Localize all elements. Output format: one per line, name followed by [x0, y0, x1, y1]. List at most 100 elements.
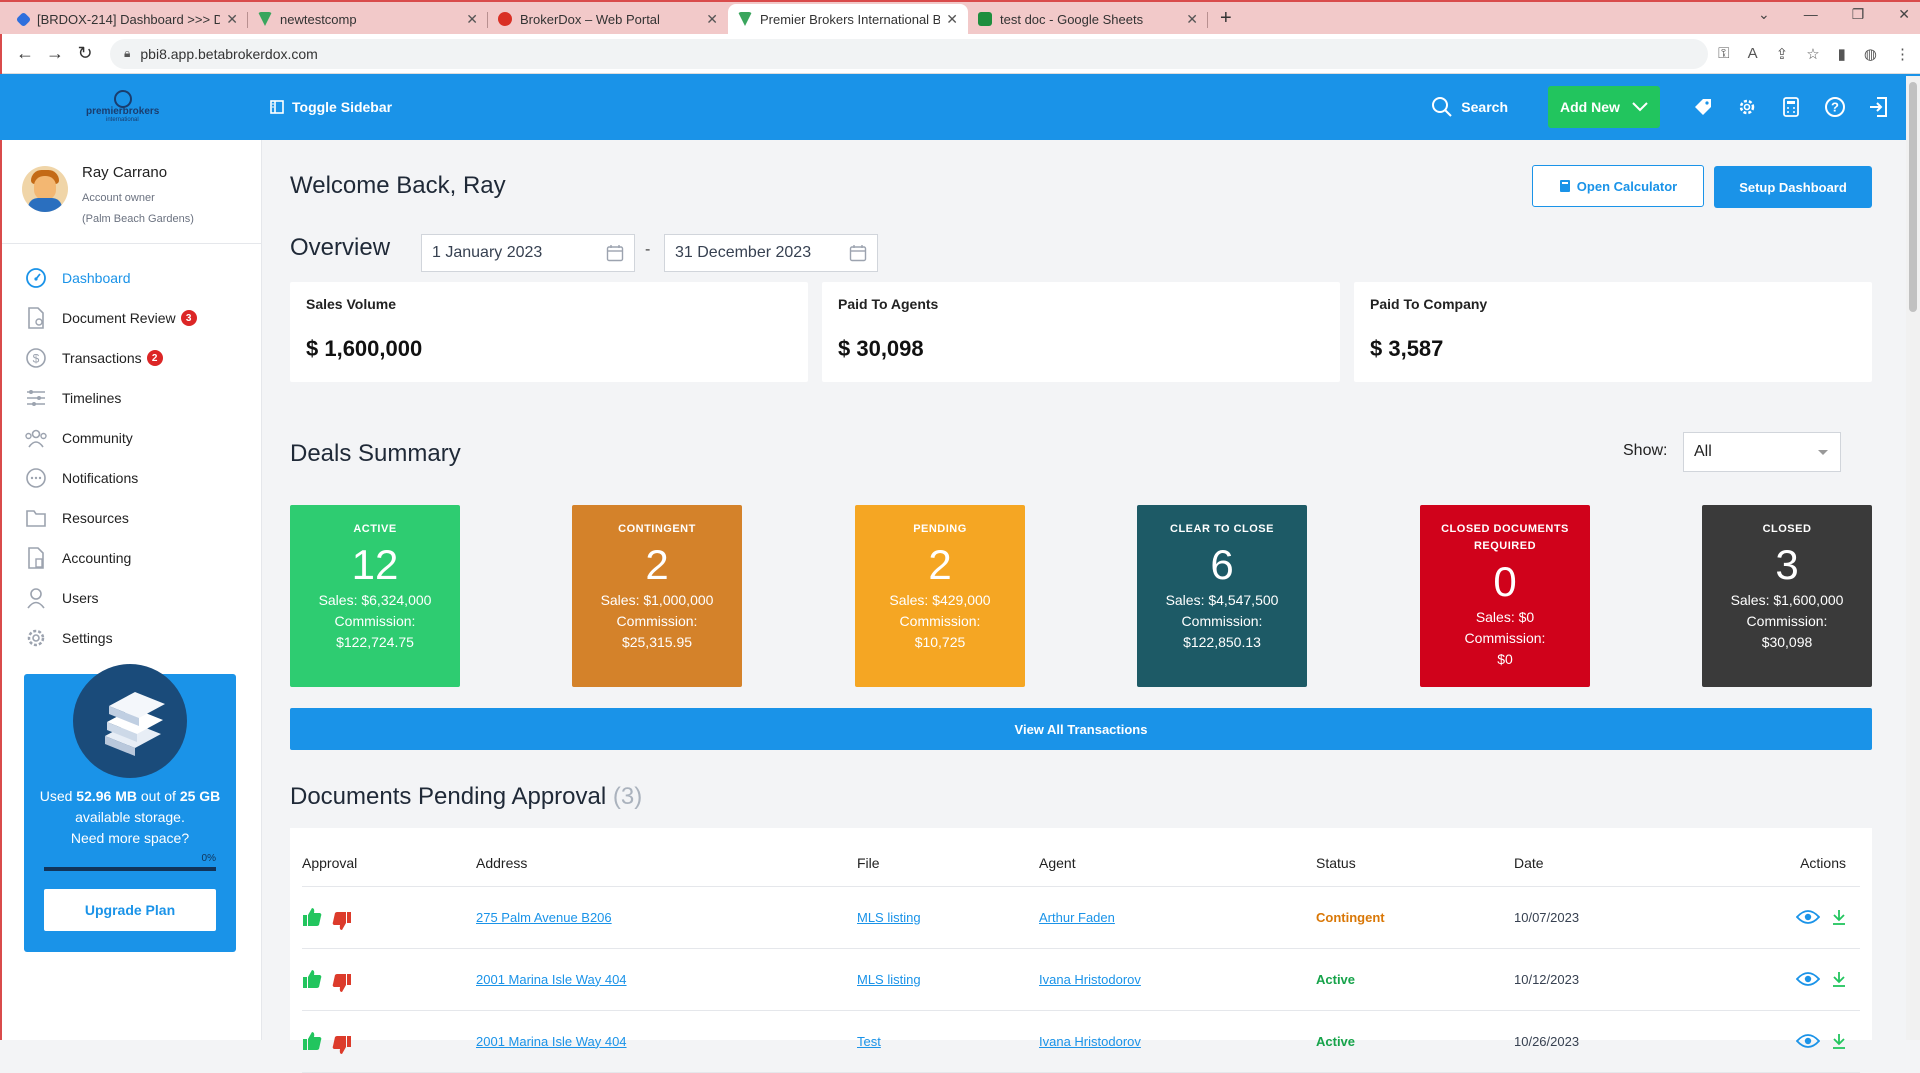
- deal-title: CONTINGENT: [618, 523, 696, 535]
- sidebar-item-users[interactable]: Users: [2, 578, 261, 618]
- bookmark-star-icon[interactable]: ☆: [1806, 45, 1819, 63]
- close-tab-icon[interactable]: ✕: [706, 11, 718, 28]
- help-icon[interactable]: ?: [1824, 96, 1846, 118]
- sidebar-item-community[interactable]: Community: [2, 418, 261, 458]
- thumbs-up-icon[interactable]: [302, 1031, 322, 1051]
- show-filter-select[interactable]: All: [1683, 432, 1841, 472]
- deal-card-closed-documents-required[interactable]: CLOSED DOCUMENTS REQUIRED 0 Sales: $0 Co…: [1420, 505, 1590, 687]
- sidebar-item-dashboard[interactable]: Dashboard: [2, 258, 261, 298]
- thumbs-up-icon[interactable]: [302, 907, 322, 927]
- toggle-sidebar-button[interactable]: Toggle Sidebar: [270, 99, 392, 115]
- close-tab-icon[interactable]: ✕: [466, 11, 478, 28]
- scrollbar-thumb[interactable]: [1909, 82, 1917, 312]
- url-bar[interactable]: 🔒︎ pbi8.app.betabrokerdox.com: [110, 38, 1709, 69]
- sidebar-item-resources[interactable]: Resources: [2, 498, 261, 538]
- file-link[interactable]: Test: [857, 1034, 881, 1049]
- deal-commission: $30,098: [1761, 634, 1813, 650]
- search-icon: [1432, 97, 1453, 117]
- sidebar-item-notifications[interactable]: Notifications: [2, 458, 261, 498]
- translate-icon[interactable]: A: [1748, 45, 1758, 63]
- date-to-field[interactable]: 31 December 2023: [664, 234, 878, 272]
- reload-icon[interactable]: ↻: [70, 43, 100, 64]
- upgrade-plan-button[interactable]: Upgrade Plan: [44, 889, 216, 931]
- close-tab-icon[interactable]: ✕: [226, 11, 238, 28]
- user-profile[interactable]: Ray Carrano Account owner (Palm Beach Ga…: [2, 140, 261, 244]
- address-link[interactable]: 2001 Marina Isle Way 404: [476, 972, 627, 987]
- download-icon[interactable]: [1832, 1033, 1846, 1049]
- menu-kebab-icon[interactable]: ⋮: [1895, 45, 1910, 63]
- browser-tab[interactable]: test doc - Google Sheets ✕: [968, 4, 1208, 34]
- tag-icon[interactable]: [1692, 96, 1714, 118]
- deal-card-pending[interactable]: PENDING 2 Sales: $429,000 Commission: $1…: [855, 505, 1025, 687]
- agent-link[interactable]: Ivana Hristodorov: [1039, 972, 1141, 987]
- deal-card-closed[interactable]: CLOSED 3 Sales: $1,600,000 Commission: $…: [1702, 505, 1872, 687]
- browser-tab[interactable]: BrokerDox – Web Portal ✕: [488, 4, 728, 34]
- add-new-button[interactable]: Add New: [1548, 86, 1660, 128]
- gear-icon: [24, 626, 48, 650]
- back-icon[interactable]: ←: [10, 43, 40, 64]
- share-icon[interactable]: ⇪: [1776, 45, 1789, 63]
- page-scrollbar[interactable]: [1906, 76, 1920, 1040]
- deal-card-contingent[interactable]: CONTINGENT 2 Sales: $1,000,000 Commissio…: [572, 505, 742, 687]
- sidebar-item-accounting[interactable]: Accounting: [2, 538, 261, 578]
- download-icon[interactable]: [1832, 909, 1846, 925]
- view-all-transactions-button[interactable]: View All Transactions: [290, 708, 1872, 750]
- close-window-icon[interactable]: ✕: [1898, 6, 1910, 23]
- sidebar-item-label: Settings: [62, 630, 113, 646]
- minimize-icon[interactable]: —: [1804, 6, 1818, 23]
- show-filter-label: Show:: [1623, 442, 1668, 459]
- close-tab-icon[interactable]: ✕: [946, 11, 958, 28]
- agent-link[interactable]: Arthur Faden: [1039, 910, 1115, 925]
- setup-dashboard-button[interactable]: Setup Dashboard: [1714, 166, 1872, 208]
- agent-link[interactable]: Ivana Hristodorov: [1039, 1034, 1141, 1049]
- sidebar-item-timelines[interactable]: Timelines: [2, 378, 261, 418]
- download-icon[interactable]: [1832, 971, 1846, 987]
- browser-tab-active[interactable]: Premier Brokers International Br ✕: [728, 4, 968, 34]
- logout-icon[interactable]: [1868, 96, 1890, 118]
- deal-commission-label: Commission:: [1746, 613, 1828, 629]
- thumbs-up-icon[interactable]: [302, 969, 322, 989]
- key-icon[interactable]: ⚿: [1718, 45, 1729, 63]
- browser-tab[interactable]: [BRDOX-214] Dashboard >>> D ✕: [8, 4, 248, 34]
- forward-icon[interactable]: →: [40, 43, 70, 64]
- eye-icon[interactable]: [1796, 1033, 1820, 1049]
- sidebar-item-transactions[interactable]: $ Transactions 2: [2, 338, 261, 378]
- gear-icon[interactable]: [1736, 96, 1758, 118]
- lock-icon[interactable]: 🔒︎: [124, 46, 130, 61]
- eye-icon[interactable]: [1796, 971, 1820, 987]
- address-link[interactable]: 275 Palm Avenue B206: [476, 910, 612, 925]
- deal-commission-label: Commission:: [1181, 613, 1263, 629]
- browser-tab[interactable]: newtestcomp ✕: [248, 4, 488, 34]
- open-calculator-button[interactable]: Open Calculator: [1532, 165, 1704, 207]
- calendar-icon[interactable]: [849, 244, 867, 262]
- sidebar-item-label: Timelines: [62, 390, 122, 406]
- window-controls: ⌄ — ❐ ✕: [1758, 6, 1910, 23]
- deal-card-clear-to-close[interactable]: CLEAR TO CLOSE 6 Sales: $4,547,500 Commi…: [1137, 505, 1307, 687]
- calculator-icon[interactable]: [1780, 96, 1802, 118]
- tab-search-icon[interactable]: ⌄: [1758, 6, 1770, 23]
- profile-icon[interactable]: ◍: [1864, 45, 1877, 63]
- add-new-label: Add New: [1560, 99, 1620, 115]
- new-tab-button[interactable]: +: [1208, 7, 1244, 34]
- restore-icon[interactable]: ❐: [1852, 6, 1865, 23]
- file-link[interactable]: MLS listing: [857, 910, 921, 925]
- file-link[interactable]: MLS listing: [857, 972, 921, 987]
- address-link[interactable]: 2001 Marina Isle Way 404: [476, 1034, 627, 1049]
- sidebar-item-document-review[interactable]: Document Review 3: [2, 298, 261, 338]
- calendar-icon[interactable]: [606, 244, 624, 262]
- thumbs-down-icon[interactable]: [332, 973, 352, 993]
- eye-icon[interactable]: [1796, 909, 1820, 925]
- close-tab-icon[interactable]: ✕: [1186, 11, 1198, 28]
- sidebar-item-settings[interactable]: Settings: [2, 618, 261, 658]
- community-icon: [24, 426, 48, 450]
- search-button[interactable]: Search: [1431, 96, 1508, 118]
- thumbs-down-icon[interactable]: [332, 911, 352, 931]
- thumbs-down-icon[interactable]: [332, 1035, 352, 1055]
- sidepanel-icon[interactable]: ▮: [1838, 45, 1846, 63]
- date-from-field[interactable]: 1 January 2023: [421, 234, 635, 272]
- deal-title: CLOSED DOCUMENTS REQUIRED: [1441, 523, 1569, 552]
- count-badge: 2: [146, 350, 163, 366]
- deal-card-active[interactable]: ACTIVE 12 Sales: $6,324,000 Commission: …: [290, 505, 460, 687]
- table-row: 2001 Marina Isle Way 404 MLS listing Iva…: [302, 948, 1860, 1011]
- logo-area[interactable]: premierbrokers international: [0, 74, 262, 140]
